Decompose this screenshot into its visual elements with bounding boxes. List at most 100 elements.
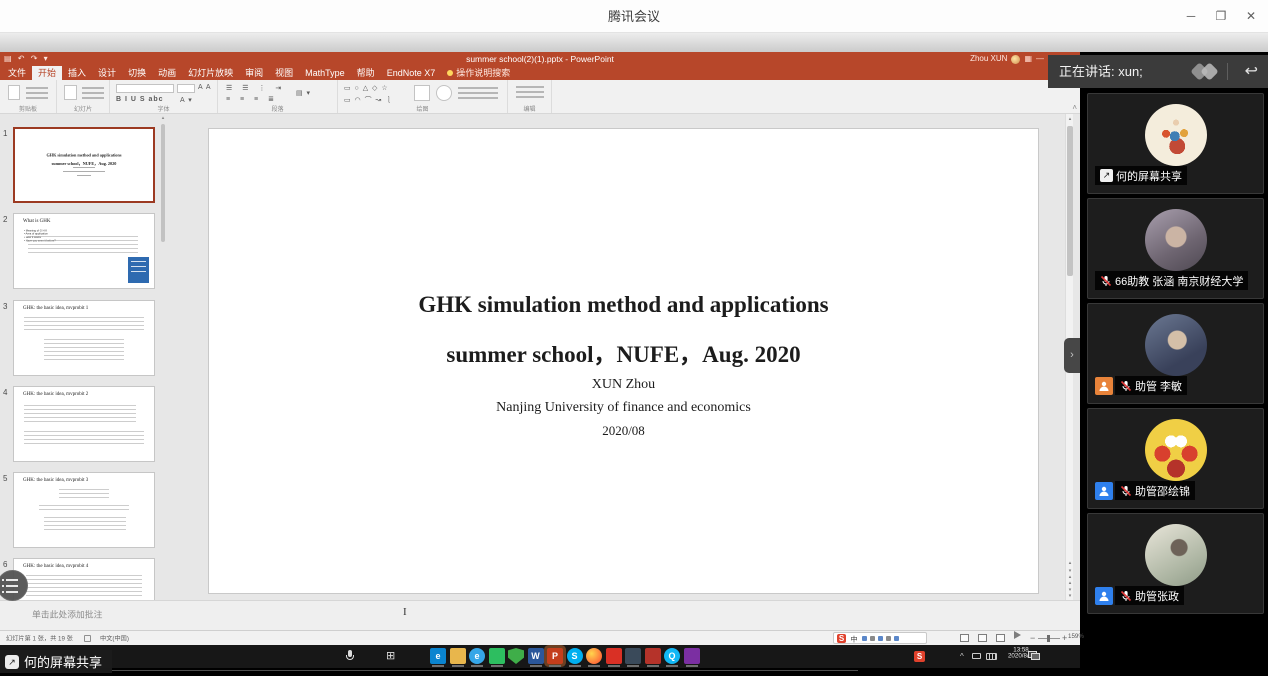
tab-design[interactable]: 设计 <box>92 66 122 80</box>
align-buttons[interactable]: ≡ ≡ ≡ ≣ <box>226 95 278 103</box>
zoom-in-icon[interactable]: + <box>1062 633 1067 643</box>
zoom-out-icon[interactable]: − <box>1030 633 1035 643</box>
slide-thumbnail-5[interactable]: GHK: the basic idea, mvprobit 3 <box>13 472 155 548</box>
back-arrow-icon[interactable] <box>1245 55 1258 88</box>
slideshow-icon[interactable] <box>1014 631 1021 639</box>
ime-icon[interactable] <box>886 636 891 641</box>
ime-mode[interactable]: 中 <box>851 633 858 644</box>
tell-me-search[interactable]: 操作说明搜索 <box>447 66 510 80</box>
task-view-icon[interactable]: ⊞ <box>386 650 398 662</box>
slide-thumbnail-1[interactable]: GHK simulation method and applications s… <box>13 127 155 203</box>
font-size-box[interactable] <box>177 84 195 93</box>
new-slide-icon[interactable] <box>64 85 77 100</box>
minimize-icon[interactable]: ─ <box>1176 0 1206 33</box>
taskbar-app-purple-icon[interactable] <box>684 648 700 664</box>
taskbar-app-folder-icon[interactable] <box>450 648 466 664</box>
ribbon-group-clipboard[interactable]: 剪贴板 <box>0 80 57 113</box>
ribbon-group-editing[interactable]: 编辑 <box>508 80 552 113</box>
previous-slide-icon[interactable]: ▴▴ <box>1066 574 1074 586</box>
ppt-minimize-icon[interactable]: — <box>1036 52 1044 66</box>
taskbar-app-skype-icon[interactable] <box>567 648 583 664</box>
sogou-logo-icon[interactable]: S <box>837 634 846 643</box>
language-indicator[interactable]: 中文(中国) <box>100 633 129 642</box>
ribbon-group-slides[interactable]: 幻灯片 <box>57 80 110 113</box>
taskbar-app-dark-icon[interactable] <box>625 648 641 664</box>
slide-thumbnail-2[interactable]: What is GHK • Meaning of G H K • Area of… <box>13 213 155 289</box>
slide-thumbnail-3[interactable]: GHK: the basic idea, mvprobit 1 <box>13 300 155 376</box>
participant-tile[interactable]: 66助教 张涵 南京财经大学 <box>1087 198 1264 299</box>
tab-review[interactable]: 审阅 <box>239 66 269 80</box>
ime-icon[interactable] <box>878 636 883 641</box>
zoom-level[interactable]: 159% <box>1068 633 1084 640</box>
taskbar-app-word-icon[interactable] <box>528 648 544 664</box>
muted-mic-icon <box>1120 380 1132 392</box>
list-buttons[interactable]: ☰ ☰ ⋮ ⇥ <box>226 84 285 92</box>
taskbar-app-crimson-icon[interactable] <box>645 648 661 664</box>
tray-sogou-icon[interactable]: S <box>914 651 925 662</box>
font-style-buttons[interactable]: B I U S abc <box>116 96 164 103</box>
collapse-ribbon-icon[interactable]: ˄ <box>1072 103 1077 112</box>
sogou-ime-bar[interactable]: S 中 <box>833 632 927 644</box>
tab-slideshow[interactable]: 幻灯片放映 <box>182 66 239 80</box>
avatar <box>1145 419 1207 481</box>
tab-transitions[interactable]: 切换 <box>122 66 152 80</box>
shared-screen: ▤ ↶ ↷ ▾ summer school(2)(1).pptx - Power… <box>0 52 1080 668</box>
panel-expand-tab[interactable] <box>1064 338 1080 373</box>
tab-help[interactable]: 帮助 <box>351 66 381 80</box>
taskbar-app-evernote-icon[interactable] <box>489 648 505 664</box>
tray-monitors-icon[interactable] <box>1028 651 1040 660</box>
zoom-slider-knob[interactable] <box>1047 635 1050 642</box>
ppt-account[interactable]: Zhou XUN ▦ — <box>970 52 1044 66</box>
tray-expand-icon[interactable]: ^ <box>960 652 964 661</box>
restore-icon[interactable]: ❐ <box>1206 0 1236 33</box>
close-icon[interactable]: ✕ <box>1236 0 1266 33</box>
ime-icon[interactable] <box>870 636 875 641</box>
tab-view[interactable]: 视图 <box>269 66 299 80</box>
taskbar-app-red-icon[interactable] <box>606 648 622 664</box>
tab-mathtype[interactable]: MathType <box>299 66 351 80</box>
next-slide-icon[interactable]: ▾▾ <box>1066 587 1074 599</box>
taskbar-app-edge-icon[interactable] <box>430 648 446 664</box>
taskbar-app-firefox-icon[interactable] <box>586 648 602 664</box>
ribbon-tab-bar: 文件 开始 插入 设计 切换 动画 幻灯片放映 审阅 视图 MathType 帮… <box>0 66 1080 80</box>
ribbon-group-paragraph[interactable]: ☰ ☰ ⋮ ⇥ ≡ ≡ ≡ ≣ ▤ ▾ 段落 <box>218 80 338 113</box>
taskbar-app-shield-icon[interactable] <box>508 648 524 664</box>
normal-view-icon[interactable] <box>960 634 969 642</box>
ime-icon[interactable] <box>894 636 899 641</box>
tab-endnote[interactable]: EndNote X7 <box>381 66 442 80</box>
font-name-box[interactable] <box>116 84 174 93</box>
participant-name: 助管张政 <box>1135 588 1179 604</box>
reading-view-icon[interactable] <box>996 634 1005 642</box>
participant-tile[interactable]: 助管邵绘锦 <box>1087 408 1264 509</box>
ribbon-group-font[interactable]: A A B I U S abc A ▾ 字体 <box>110 80 218 113</box>
arrange-icon[interactable] <box>414 85 430 101</box>
participant-tile[interactable]: 助管 李敏 <box>1087 303 1264 404</box>
tab-insert[interactable]: 插入 <box>62 66 92 80</box>
taskbar-app-internet-explorer-icon[interactable] <box>469 648 485 664</box>
slide-canvas[interactable]: GHK simulation method and applications s… <box>209 129 1038 593</box>
slide-thumbnail-6[interactable]: GHK: the basic idea, mvprobit 4 <box>13 558 155 600</box>
quick-styles-icon[interactable] <box>436 85 452 101</box>
participant-tile[interactable]: 助管张政 <box>1087 513 1264 614</box>
notes-pane[interactable]: 单击此处添加批注 I <box>0 600 1080 630</box>
taskbar-app-powerpoint-icon[interactable] <box>547 648 563 664</box>
slide-sorter-icon[interactable] <box>978 634 987 642</box>
thumbnail-number: 5 <box>3 474 12 483</box>
taskbar-app-qq-icon[interactable] <box>664 648 680 664</box>
taskbar-mic-icon[interactable] <box>346 650 354 662</box>
ribbon-options-icon[interactable]: ▦ <box>1024 52 1032 66</box>
participant-tile[interactable]: 何的屏幕共享 <box>1087 93 1264 194</box>
tab-animations[interactable]: 动画 <box>152 66 182 80</box>
scrollbar-thumb[interactable] <box>1067 126 1073 276</box>
ribbon-group-drawing[interactable]: ▭ ○ △ ◇ ☆ ▭ ◠ ⌒ ↝ ⎱ 绘图 <box>338 80 508 113</box>
participant-name: 66助教 张涵 南京财经大学 <box>1115 273 1243 289</box>
ime-icon[interactable] <box>862 636 867 641</box>
tab-file[interactable]: 文件 <box>2 66 32 80</box>
tray-notification-icon[interactable] <box>972 653 981 659</box>
tab-home[interactable]: 开始 <box>32 66 62 80</box>
thumbnail-scrollbar[interactable]: ▴ <box>160 114 166 600</box>
slide-thumbnail-4[interactable]: GHK: the basic idea, mvprobit 2 <box>13 386 155 462</box>
tray-keyboard-icon[interactable] <box>986 653 997 660</box>
paste-icon[interactable] <box>8 85 20 100</box>
shape-gallery[interactable]: ▭ ○ △ ◇ ☆ <box>344 84 389 92</box>
